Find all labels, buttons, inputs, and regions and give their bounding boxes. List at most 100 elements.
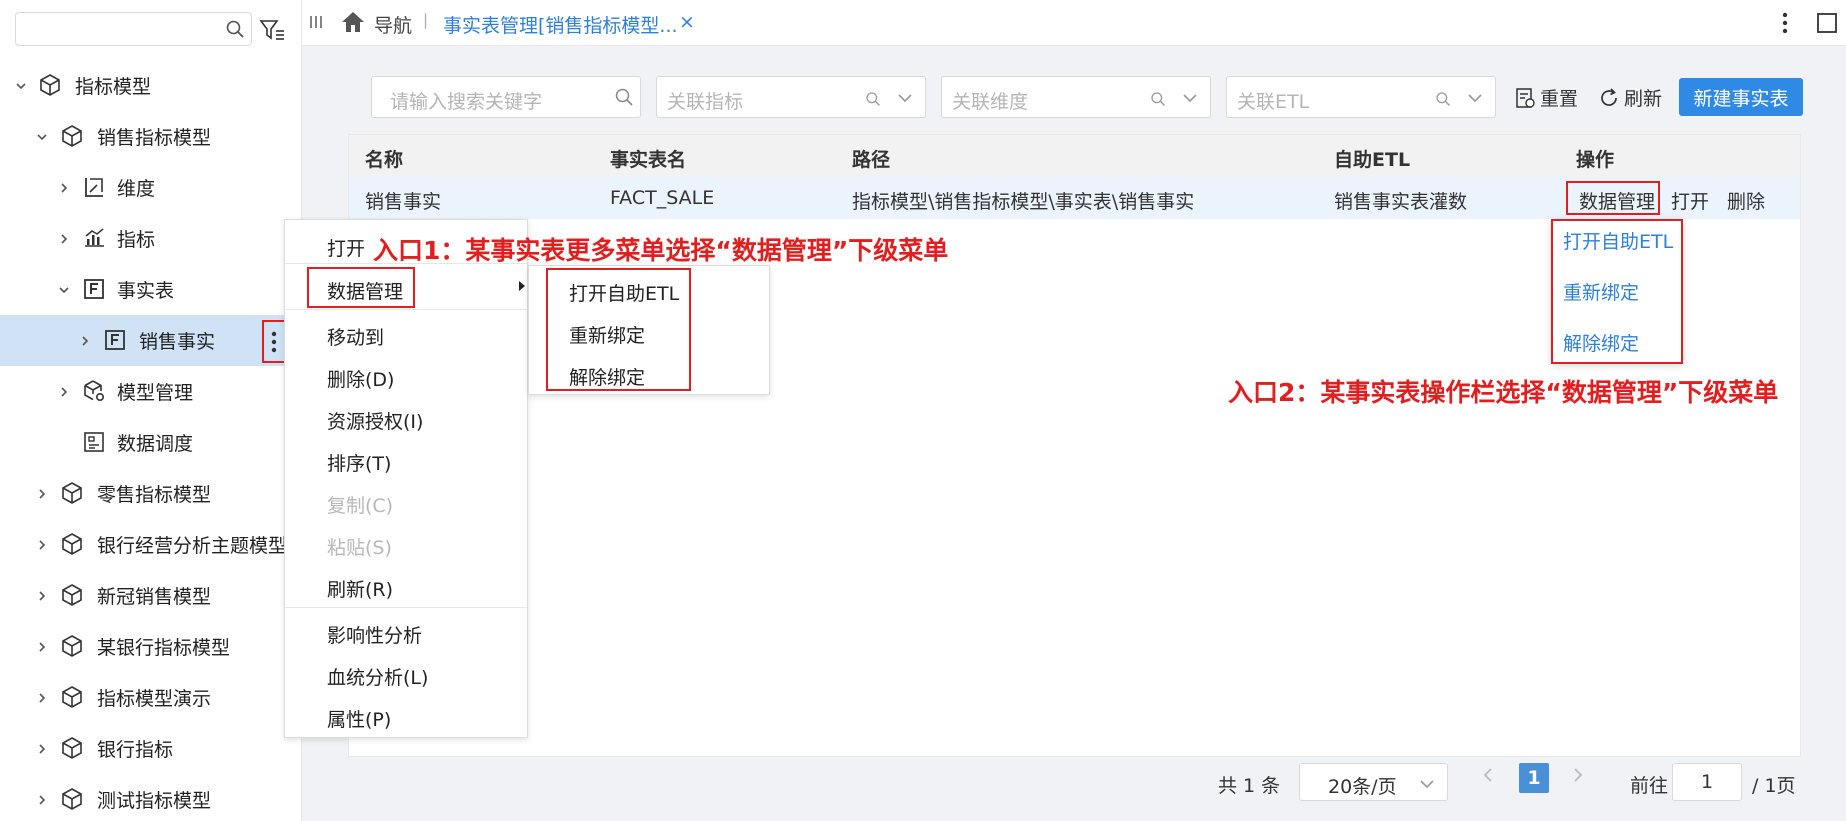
nav-tab[interactable]: 导航 [374,11,412,38]
data-manage-menu-highlight [307,267,415,308]
search-input[interactable]: 请输入搜索关键字 [371,76,641,118]
tree-item-schedule[interactable]: 数据调度 [0,417,301,468]
more-options-button[interactable] [262,320,286,363]
menu-item-delete[interactable]: 删除(D) [327,365,394,392]
page-number-current[interactable]: 1 [1519,763,1549,793]
menu-item-authorize[interactable]: 资源授权(I) [327,407,423,434]
chevron-down-icon[interactable] [15,80,27,92]
open-link[interactable]: 打开 [1671,187,1709,214]
menu-item-properties[interactable]: 属性(P) [327,705,391,732]
chevron-down-icon[interactable] [36,131,48,143]
etl-select[interactable]: 关联ETL [1226,76,1496,118]
chevron-right-icon[interactable] [36,692,48,704]
refresh-button[interactable]: 刷新 [1598,84,1662,111]
search-icon[interactable] [225,19,245,44]
tree-item-root[interactable]: 指标模型 [0,60,301,111]
tree-item-bank-metric-model[interactable]: 某银行指标模型 [0,621,301,672]
metric-select[interactable]: 关联指标 [656,76,926,118]
menu-item-copy: 复制(C) [327,495,394,517]
menu-item-refresh[interactable]: 刷新(R) [327,575,393,602]
tree-item-fact-table[interactable]: 事实表 [0,264,301,315]
ops-submenu-highlight [1551,219,1683,364]
tree-item-bank-metric[interactable]: 银行指标 [0,723,301,774]
submenu-highlight [546,268,691,391]
tree-item-covid-model[interactable]: 新冠销售模型 [0,570,301,621]
menu-item-sort[interactable]: 排序(T) [327,449,391,476]
search-icon [866,92,880,106]
pagination-total: 共 1 条 [1218,775,1281,797]
filter-icon[interactable] [259,18,285,47]
tree-item-retail-model[interactable]: 零售指标模型 [0,468,301,519]
tree-item-label: 数据调度 [117,433,194,455]
tree-item-label: 指标模型演示 [97,688,212,710]
chevron-right-icon[interactable] [36,794,48,806]
cube-icon [60,583,84,607]
more-vertical-icon[interactable] [1782,12,1788,39]
tree-item-label: 指标 [117,229,156,251]
tree-item-sales-model[interactable]: 销售指标模型 [0,111,301,162]
window-maximize-icon[interactable] [1816,12,1838,39]
schedule-icon [82,430,106,454]
tree-item-sales-fact[interactable]: 销售事实 [0,315,301,366]
delete-link[interactable]: 删除 [1727,187,1765,214]
tree-item-bank-theme-model[interactable]: 银行经营分析主题模型 [0,519,301,570]
tree-item-demo-model[interactable]: 指标模型演示 [0,672,301,723]
new-fact-table-button[interactable]: 新建事实表 [1679,78,1803,116]
chevron-right-icon[interactable] [36,590,48,602]
chevron-right-icon[interactable] [58,233,70,245]
tree-item-test-model[interactable]: 测试指标模型 [0,774,301,821]
prev-page-icon[interactable] [1481,766,1495,789]
chevron-down-icon[interactable] [58,284,70,296]
dimension-select[interactable]: 关联维度 [941,76,1211,118]
chevron-right-icon[interactable] [58,182,70,194]
menu-item-open[interactable]: 打开 [327,234,365,261]
tab-fact-table-manage[interactable]: 事实表管理[销售指标模型... [443,11,678,38]
tree-item-label: 零售指标模型 [97,484,212,506]
app-window: 指标模型 销售指标模型 维度 指标 事实表 销售事实 模型管理 数据调度 零售指… [0,0,1846,821]
tree-item-metric[interactable]: 指标 [0,213,301,264]
menu-item-impact-analysis[interactable]: 影响性分析 [327,621,422,648]
chevron-down-icon[interactable] [1182,91,1198,105]
tree-item-label: 模型管理 [117,382,194,404]
goto-page-input[interactable]: 1 [1672,763,1742,801]
menu-item-lineage-analysis[interactable]: 血统分析(L) [327,663,428,690]
cube-icon [38,73,62,97]
table-header: 名称 事实表名 路径 自助ETL 操作 [349,135,1800,177]
chevron-right-icon[interactable] [36,641,48,653]
cell-path: 指标模型\销售指标模型\事实表\销售事实 [852,191,1195,213]
next-page-icon[interactable] [1571,766,1585,789]
menu-divider [285,309,527,310]
chevron-right-icon[interactable] [58,386,70,398]
chevron-down-icon[interactable] [1419,777,1435,791]
cell-name: 销售事实 [365,191,442,213]
home-icon[interactable] [340,10,366,39]
chevron-right-icon[interactable] [36,539,48,551]
tree-item-label: 新冠销售模型 [97,586,212,608]
cube-icon [60,124,84,148]
chevron-down-icon[interactable] [897,91,913,105]
cube-icon [60,736,84,760]
chevron-right-icon[interactable] [36,743,48,755]
refresh-icon [1601,87,1617,106]
column-header-name: 名称 [365,149,404,171]
tree-item-label: 销售事实 [139,331,216,353]
reset-button[interactable]: 重置 [1514,84,1578,111]
page-size-select[interactable]: 20条/页 [1299,763,1448,801]
tree-item-label: 银行指标 [97,739,174,761]
chevron-right-icon[interactable] [79,335,91,347]
tab-close-icon[interactable]: × [679,11,695,33]
search-placeholder: 请输入搜索关键字 [390,91,543,113]
tree-item-model-manage[interactable]: 模型管理 [0,366,301,417]
tree-item-dimension[interactable]: 维度 [0,162,301,213]
cube-icon [60,787,84,811]
chevron-down-icon[interactable] [1467,91,1483,105]
sidebar-search-input[interactable] [15,12,252,46]
data-manage-highlight [1566,181,1660,215]
search-icon[interactable] [614,87,634,107]
chevron-right-icon[interactable] [36,488,48,500]
tree-item-label: 某银行指标模型 [97,637,231,659]
collapse-sidebar-icon[interactable] [309,13,323,35]
tree-item-label: 银行经营分析主题模型 [97,535,288,557]
reset-label: 重置 [1540,88,1579,110]
menu-item-move-to[interactable]: 移动到 [327,323,384,350]
